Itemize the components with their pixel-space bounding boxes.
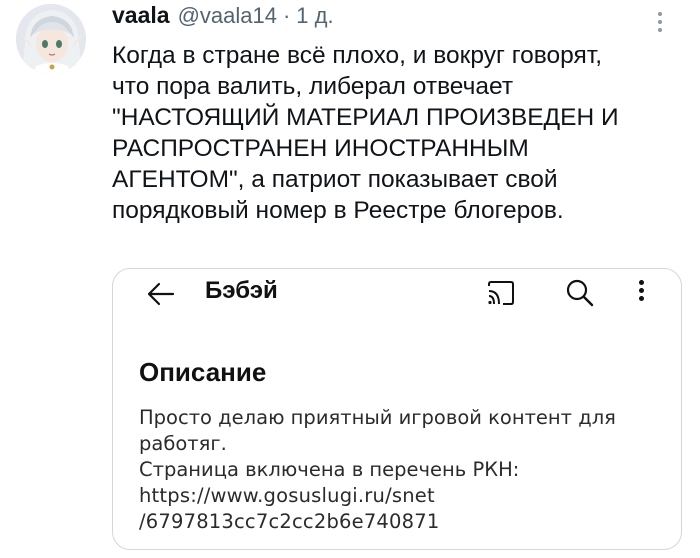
channel-title: Бэбэй — [205, 277, 278, 304]
timestamp[interactable]: 1 д. — [296, 3, 333, 29]
author-name[interactable]: vaala — [112, 2, 170, 29]
avatar[interactable] — [16, 4, 86, 74]
author-handle[interactable]: @vaala14 — [178, 3, 277, 29]
embedded-screenshot[interactable]: Бэбэй Описание Просто делаю приятный игр… — [112, 268, 682, 550]
tweet-text-line: что пора валить, либерал отвечает — [112, 73, 514, 100]
tweet-text-line: "НАСТОЯЩИЙ МАТЕРИАЛ ПРОИЗВЕДЕН И — [112, 104, 619, 131]
separator: · — [282, 3, 291, 28]
search-icon[interactable] — [563, 277, 595, 309]
tweet-text-line: РАСПРОСТРАНЕН ИНОСТРАННЫМ — [112, 135, 529, 162]
description-link[interactable]: https://www.gosuslugi.ru/snet — [139, 483, 659, 509]
avatar-image — [16, 4, 86, 74]
description-link[interactable]: /6797813cc7c2cc2b6e740871 — [139, 509, 659, 535]
tweet-header: vaala @vaala14 · 1 д. — [112, 2, 334, 32]
arrow-left-icon[interactable] — [143, 277, 177, 311]
app-bar: Бэбэй — [113, 269, 681, 323]
tweet-text-line: АГЕНТОМ", а патриот показывает свой — [112, 166, 558, 193]
description-line: Страница включена в перечень РКН: — [139, 458, 520, 481]
tweet: vaala @vaala14 · 1 д. Когда в стране всё… — [0, 0, 700, 558]
cast-icon[interactable] — [485, 279, 517, 307]
tweet-text: Когда в стране всё плохо, и вокруг говор… — [112, 40, 682, 226]
description-heading: Описание — [139, 357, 267, 387]
tweet-text-line: Когда в стране всё плохо, и вокруг говор… — [112, 42, 603, 69]
more-vertical-icon[interactable] — [648, 8, 672, 38]
description-line: работяг. — [139, 432, 227, 455]
more-vertical-icon[interactable] — [633, 277, 649, 311]
tweet-text-line: порядковый номер в Реестре блогеров. — [112, 197, 564, 224]
description-body: Просто делаю приятный игровой контент дл… — [139, 405, 659, 535]
description-line: Просто делаю приятный игровой контент дл… — [139, 406, 616, 429]
